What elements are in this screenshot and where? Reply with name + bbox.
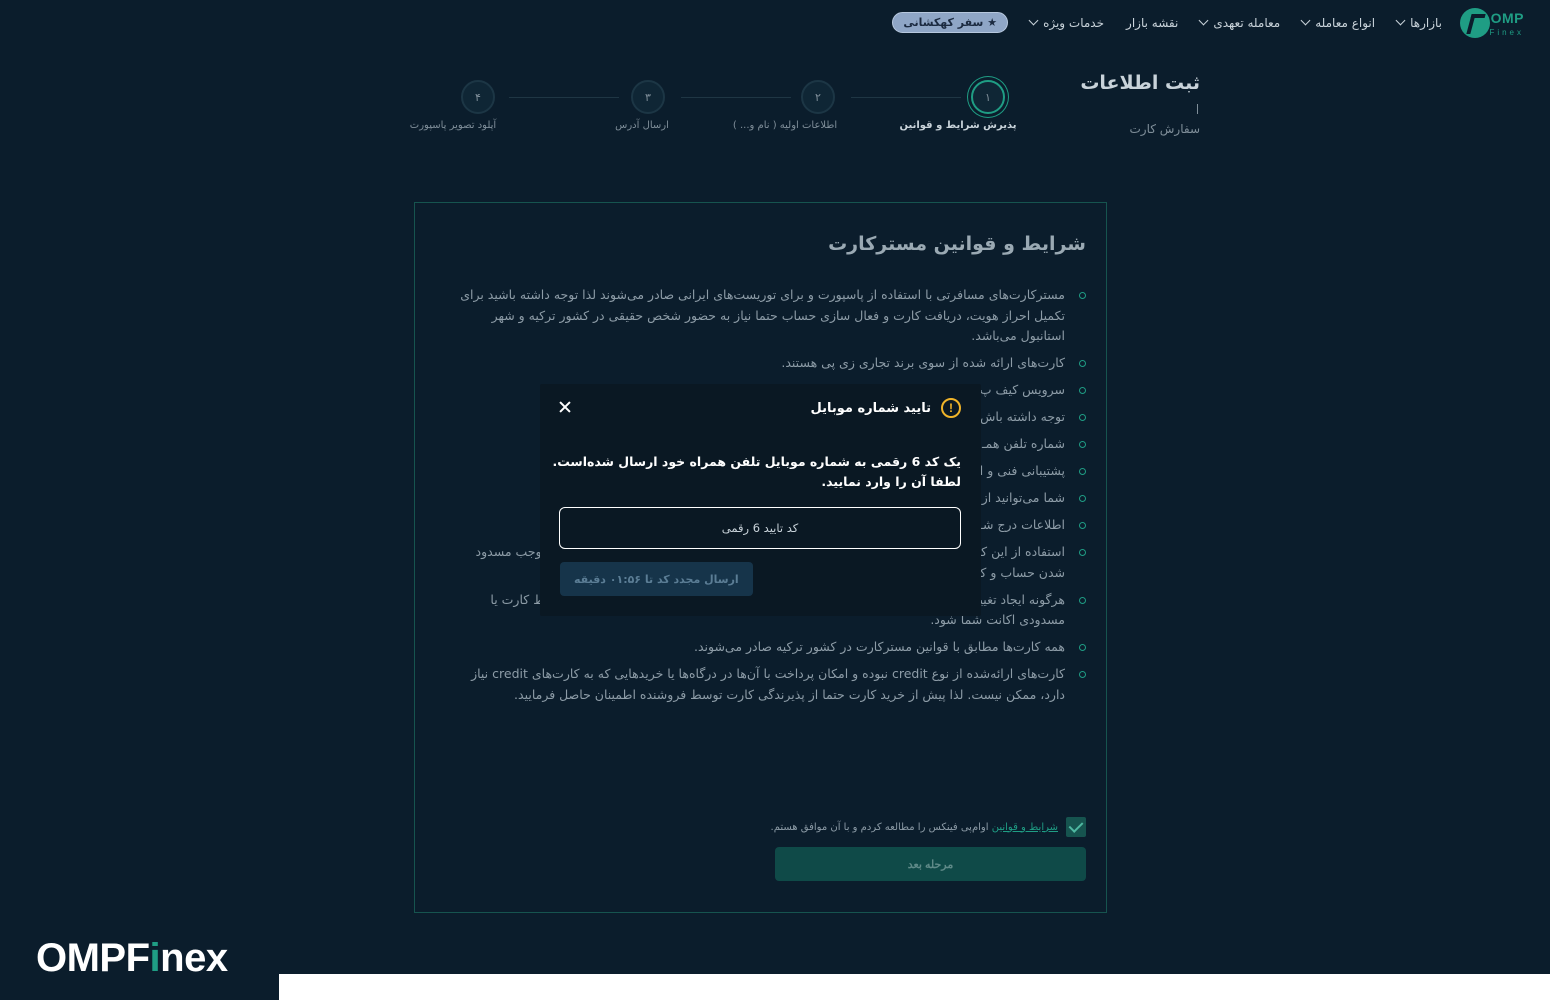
brand-wordmark: OMPFinex [36, 936, 228, 981]
next-step-button[interactable]: مرحله بعد [775, 847, 1086, 881]
modal-title: تایید شماره موبایل [810, 400, 932, 416]
step-4: ۴ [461, 80, 495, 114]
nav-item-label: نقشه بازار [1126, 15, 1179, 30]
step-2-label: اطلاعات اولیه ( نام و... ) [732, 120, 838, 131]
nav-item-label: بازارها [1410, 15, 1442, 30]
agree-text: شرایط و قوانین اوام‌پی فینکس را مطالعه ک… [771, 822, 1058, 833]
step-3-label: ارسال آدرس [615, 120, 669, 131]
terms-title: شرایط و قوانین مسترکارت [828, 233, 1086, 255]
agree-statement: اوام‌پی فینکس را مطالعه کردم و با آن موا… [770, 821, 992, 833]
title-divider [1197, 104, 1198, 114]
brand-highlight: i [149, 936, 161, 980]
warning-icon: ! [941, 398, 961, 418]
chevron-down-icon [1395, 15, 1406, 26]
modal-header: ! تایید شماره موبایل [810, 398, 961, 418]
top-nav: OMP Finex بازارها انواع معامله معامله تع… [0, 0, 1550, 46]
nav-item-margin-trade[interactable]: معامله تعهدی [1198, 15, 1281, 30]
nav-item-special-services[interactable]: خدمات ویژه [1028, 15, 1105, 30]
step-3: ۳ [631, 80, 665, 114]
step-connector [509, 97, 619, 98]
nav-item-label: خدمات ویژه [1043, 15, 1105, 30]
brand-part: nex [160, 936, 228, 980]
omp-logo[interactable]: OMP Finex [1458, 6, 1538, 40]
list-item: کارت‌های ارائه شده از سوی برند تجاری زی … [446, 353, 1086, 374]
step-2: ۲ [801, 80, 835, 114]
verify-mobile-modal: ! تایید شماره موبایل یک کد 6 رقمی به شما… [540, 384, 981, 616]
logo-text: OMP [1490, 10, 1524, 26]
nav-item-label: معامله تعهدی [1213, 15, 1281, 30]
step-1-label: پذیرش شرایط و قوانین [899, 120, 1017, 131]
nav-item-market-map[interactable]: نقشه بازار [1126, 16, 1178, 30]
page-title: ثبت اطلاعات [1080, 72, 1200, 94]
list-item: همه کارت‌ها مطابق با قوانین مسترکارت در … [446, 637, 1086, 658]
step-connector [851, 97, 961, 98]
close-icon[interactable] [558, 400, 572, 414]
nav-item-trade-types[interactable]: انواع معامله [1300, 15, 1376, 30]
galaxy-journey-button[interactable]: ★ سفر کهکشانی [892, 12, 1009, 33]
modal-message: یک کد 6 رقمی به شماره موبایل تلفن همراه … [552, 454, 961, 489]
step-4-label: آپلود تصویر پاسپورت [409, 120, 497, 131]
brand-part: OMPF [36, 936, 150, 980]
chevron-down-icon [1028, 15, 1039, 26]
logo-mark-icon [1460, 8, 1490, 38]
list-item: کارت‌های ارائه‌شده از نوع credit نبوده و… [446, 664, 1086, 705]
verification-code-input[interactable] [559, 507, 961, 549]
agree-checkbox[interactable] [1066, 817, 1086, 837]
terms-link[interactable]: شرایط و قوانین [992, 822, 1058, 833]
agree-row: شرایط و قوانین اوام‌پی فینکس را مطالعه ک… [771, 817, 1086, 837]
list-item: مسترکارت‌های مسافرتی با استفاده از پاسپو… [446, 285, 1086, 347]
nav-item-markets[interactable]: بازارها [1395, 15, 1442, 30]
page-subtitle: سفارش کارت [1129, 122, 1201, 136]
nav-item-label: انواع معامله [1315, 15, 1376, 30]
chevron-down-icon [1198, 15, 1209, 26]
step-1: ۱ [971, 80, 1005, 114]
nav-menu: بازارها انواع معامله معامله تعهدی نقشه ب… [892, 12, 1442, 33]
logo-subtext: Finex [1489, 28, 1524, 37]
resend-code-button[interactable]: ارسال مجدد کد تا ۰۱:۵۶ دقیقه [560, 562, 753, 596]
step-connector [681, 97, 791, 98]
chevron-down-icon [1300, 15, 1311, 26]
bottom-bar [279, 974, 1550, 1000]
